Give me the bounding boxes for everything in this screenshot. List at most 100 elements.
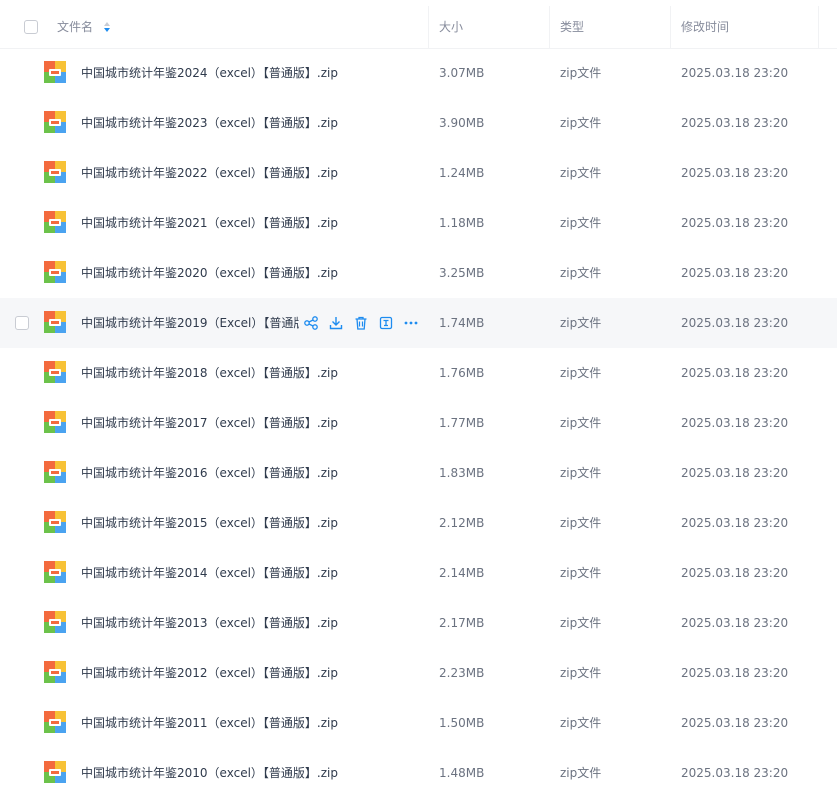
file-name[interactable]: 中国城市统计年鉴2018（excel）【普通版】.zip xyxy=(81,348,338,398)
file-row[interactable]: 中国城市统计年鉴2020（excel）【普通版】.zip 3.25MB zip文件 2… xyxy=(0,248,837,298)
file-type: zip文件 xyxy=(560,666,602,680)
select-all-checkbox[interactable] xyxy=(24,20,38,34)
rename-icon[interactable] xyxy=(378,315,394,331)
file-row[interactable]: 中国城市统计年鉴2010（excel）【普通版】.zip 1.48MB zip文件 2… xyxy=(0,748,837,798)
file-size: 1.48MB xyxy=(439,766,485,780)
column-divider[interactable] xyxy=(818,6,819,48)
file-row[interactable]: 中国城市统计年鉴2024（excel）【普通版】.zip 3.07MB zip文件 2… xyxy=(0,48,837,98)
file-row[interactable]: 中国城市统计年鉴2015（excel）【普通版】.zip 2.12MB zip文件 2… xyxy=(0,498,837,548)
file-size: 1.18MB xyxy=(439,216,485,230)
zip-file-icon xyxy=(44,561,66,583)
file-size: 1.77MB xyxy=(439,416,485,430)
file-row[interactable]: 中国城市统计年鉴2016（excel）【普通版】.zip 1.83MB zip文件 2… xyxy=(0,448,837,498)
file-modified-time: 2025.03.18 23:20 xyxy=(681,666,789,680)
column-header-size[interactable]: 大小 xyxy=(439,6,463,48)
file-type: zip文件 xyxy=(560,466,602,480)
file-modified-time: 2025.03.18 23:20 xyxy=(681,616,789,630)
file-row[interactable]: 中国城市统计年鉴2013（excel）【普通版】.zip 2.17MB zip文件 2… xyxy=(0,598,837,648)
file-name[interactable]: 中国城市统计年鉴2014（excel）【普通版】.zip xyxy=(81,548,338,598)
file-name[interactable]: 中国城市统计年鉴2013（excel）【普通版】.zip xyxy=(81,598,338,648)
zip-file-icon xyxy=(44,311,66,333)
file-type: zip文件 xyxy=(560,216,602,230)
file-size: 1.50MB xyxy=(439,716,485,730)
file-name[interactable]: 中国城市统计年鉴2016（excel）【普通版】.zip xyxy=(81,448,338,498)
file-list-header: 文件名 大小 类型 修改时间 xyxy=(0,6,837,49)
file-name[interactable]: 中国城市统计年鉴2024（excel）【普通版】.zip xyxy=(81,48,338,98)
file-type: zip文件 xyxy=(560,516,602,530)
file-size: 3.07MB xyxy=(439,66,485,80)
zip-file-icon xyxy=(44,661,66,683)
column-divider[interactable] xyxy=(670,6,671,48)
file-modified-time: 2025.03.18 23:20 xyxy=(681,566,789,580)
file-modified-time: 2025.03.18 23:20 xyxy=(681,416,789,430)
file-name[interactable]: 中国城市统计年鉴2015（excel）【普通版】.zip xyxy=(81,498,338,548)
sort-icon[interactable] xyxy=(103,21,111,33)
delete-icon[interactable] xyxy=(353,315,369,331)
file-row[interactable]: 中国城市统计年鉴2011（excel）【普通版】.zip 1.50MB zip文件 2… xyxy=(0,698,837,748)
more-icon[interactable] xyxy=(403,315,419,331)
file-row[interactable]: 中国城市统计年鉴2018（excel）【普通版】.zip 1.76MB zip文件 2… xyxy=(0,348,837,398)
file-size: 2.23MB xyxy=(439,666,485,680)
share-icon[interactable] xyxy=(303,315,319,331)
file-size: 1.83MB xyxy=(439,466,485,480)
file-type: zip文件 xyxy=(560,566,602,580)
file-row[interactable]: 中国城市统计年鉴2019（Excel）【普通版】.zip 1.74MB zip文件 2… xyxy=(0,298,837,348)
file-name[interactable]: 中国城市统计年鉴2023（excel）【普通版】.zip xyxy=(81,98,338,148)
file-size: 3.90MB xyxy=(439,116,485,130)
file-type: zip文件 xyxy=(560,316,602,330)
file-row[interactable]: 中国城市统计年鉴2021（excel）【普通版】.zip 1.18MB zip文件 2… xyxy=(0,198,837,248)
file-modified-time: 2025.03.18 23:20 xyxy=(681,516,789,530)
file-name[interactable]: 中国城市统计年鉴2017（excel）【普通版】.zip xyxy=(81,398,338,448)
row-checkbox[interactable] xyxy=(15,316,29,330)
zip-file-icon xyxy=(44,461,66,483)
zip-file-icon xyxy=(44,511,66,533)
file-row[interactable]: 中国城市统计年鉴2012（excel）【普通版】.zip 2.23MB zip文件 2… xyxy=(0,648,837,698)
file-size: 2.14MB xyxy=(439,566,485,580)
column-header-type[interactable]: 类型 xyxy=(560,6,584,48)
file-size: 1.24MB xyxy=(439,166,485,180)
zip-file-icon xyxy=(44,611,66,633)
file-size: 3.25MB xyxy=(439,266,485,280)
zip-file-icon xyxy=(44,211,66,233)
file-modified-time: 2025.03.18 23:20 xyxy=(681,266,789,280)
file-row[interactable]: 中国城市统计年鉴2023（excel）【普通版】.zip 3.90MB zip文件 2… xyxy=(0,98,837,148)
file-row[interactable]: 中国城市统计年鉴2022（excel）【普通版】.zip 1.24MB zip文件 2… xyxy=(0,148,837,198)
file-name[interactable]: 中国城市统计年鉴2020（excel）【普通版】.zip xyxy=(81,248,338,298)
zip-file-icon xyxy=(44,261,66,283)
file-name[interactable]: 中国城市统计年鉴2012（excel）【普通版】.zip xyxy=(81,648,338,698)
file-list: 中国城市统计年鉴2024（excel）【普通版】.zip 3.07MB zip文件 2… xyxy=(0,48,837,798)
file-modified-time: 2025.03.18 23:20 xyxy=(681,766,789,780)
file-name[interactable]: 中国城市统计年鉴2021（excel）【普通版】.zip xyxy=(81,198,338,248)
file-size: 1.76MB xyxy=(439,366,485,380)
file-type: zip文件 xyxy=(560,716,602,730)
file-modified-time: 2025.03.18 23:20 xyxy=(681,216,789,230)
file-type: zip文件 xyxy=(560,66,602,80)
file-modified-time: 2025.03.18 23:20 xyxy=(681,316,789,330)
zip-file-icon xyxy=(44,711,66,733)
file-row[interactable]: 中国城市统计年鉴2014（excel）【普通版】.zip 2.14MB zip文件 2… xyxy=(0,548,837,598)
file-modified-time: 2025.03.18 23:20 xyxy=(681,116,789,130)
file-modified-time: 2025.03.18 23:20 xyxy=(681,366,789,380)
file-name[interactable]: 中国城市统计年鉴2022（excel）【普通版】.zip xyxy=(81,148,338,198)
file-name[interactable]: 中国城市统计年鉴2010（excel）【普通版】.zip xyxy=(81,748,338,798)
file-type: zip文件 xyxy=(560,616,602,630)
column-divider[interactable] xyxy=(549,6,550,48)
zip-file-icon xyxy=(44,161,66,183)
file-type: zip文件 xyxy=(560,116,602,130)
column-divider[interactable] xyxy=(428,6,429,48)
file-row[interactable]: 中国城市统计年鉴2017（excel）【普通版】.zip 1.77MB zip文件 2… xyxy=(0,398,837,448)
zip-file-icon xyxy=(44,761,66,783)
column-header-name[interactable]: 文件名 xyxy=(57,6,93,48)
file-type: zip文件 xyxy=(560,416,602,430)
file-modified-time: 2025.03.18 23:20 xyxy=(681,166,789,180)
file-type: zip文件 xyxy=(560,266,602,280)
file-name[interactable]: 中国城市统计年鉴2011（excel）【普通版】.zip xyxy=(81,698,338,748)
file-size: 1.74MB xyxy=(439,316,485,330)
column-header-time[interactable]: 修改时间 xyxy=(681,6,729,48)
zip-file-icon xyxy=(44,361,66,383)
zip-file-icon xyxy=(44,61,66,83)
file-type: zip文件 xyxy=(560,366,602,380)
download-icon[interactable] xyxy=(328,315,344,331)
file-type: zip文件 xyxy=(560,166,602,180)
file-name[interactable]: 中国城市统计年鉴2019（Excel）【普通版】.zip xyxy=(81,298,299,348)
